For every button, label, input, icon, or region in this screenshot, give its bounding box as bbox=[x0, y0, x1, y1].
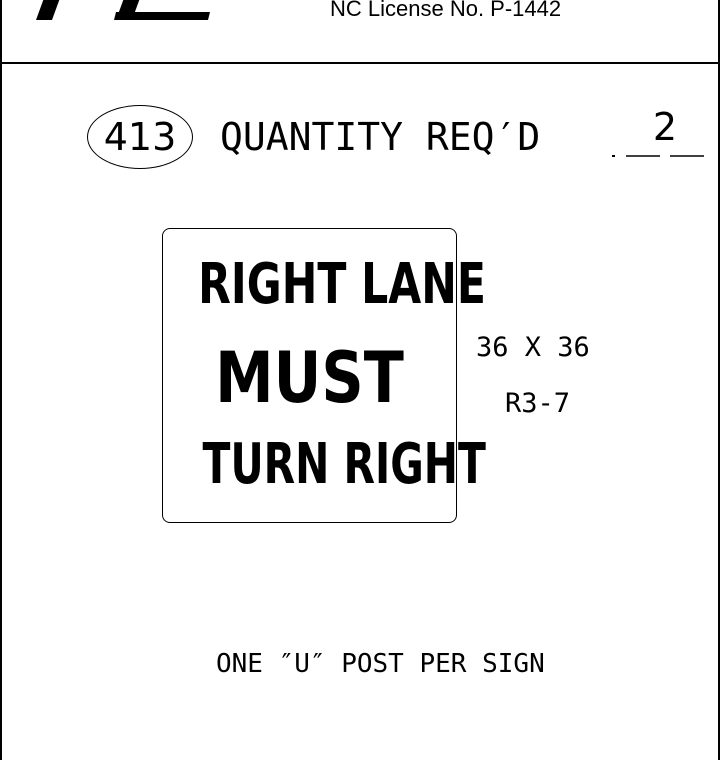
title-block-divider bbox=[0, 62, 720, 64]
company-logo bbox=[36, 0, 210, 20]
sheet-number: 413 bbox=[103, 115, 177, 159]
sign-line-1: RIGHT LANE bbox=[198, 252, 486, 317]
post-note: ONE ″U″ POST PER SIGN bbox=[216, 649, 545, 679]
sign-line-2: MUST bbox=[215, 337, 404, 419]
sign-panel: RIGHT LANE MUST TURN RIGHT bbox=[162, 228, 486, 523]
quantity-label: QUANTITY REQ′D bbox=[220, 115, 541, 159]
sign-code: R3-7 bbox=[505, 388, 571, 419]
quantity-blank-line bbox=[612, 155, 704, 157]
sign-dimensions: 36 X 36 bbox=[476, 332, 590, 363]
quantity-value: 2 bbox=[652, 105, 678, 149]
sign-line-3: TURN RIGHT bbox=[202, 432, 486, 497]
license-number: NC License No. P-1442 bbox=[330, 0, 562, 21]
